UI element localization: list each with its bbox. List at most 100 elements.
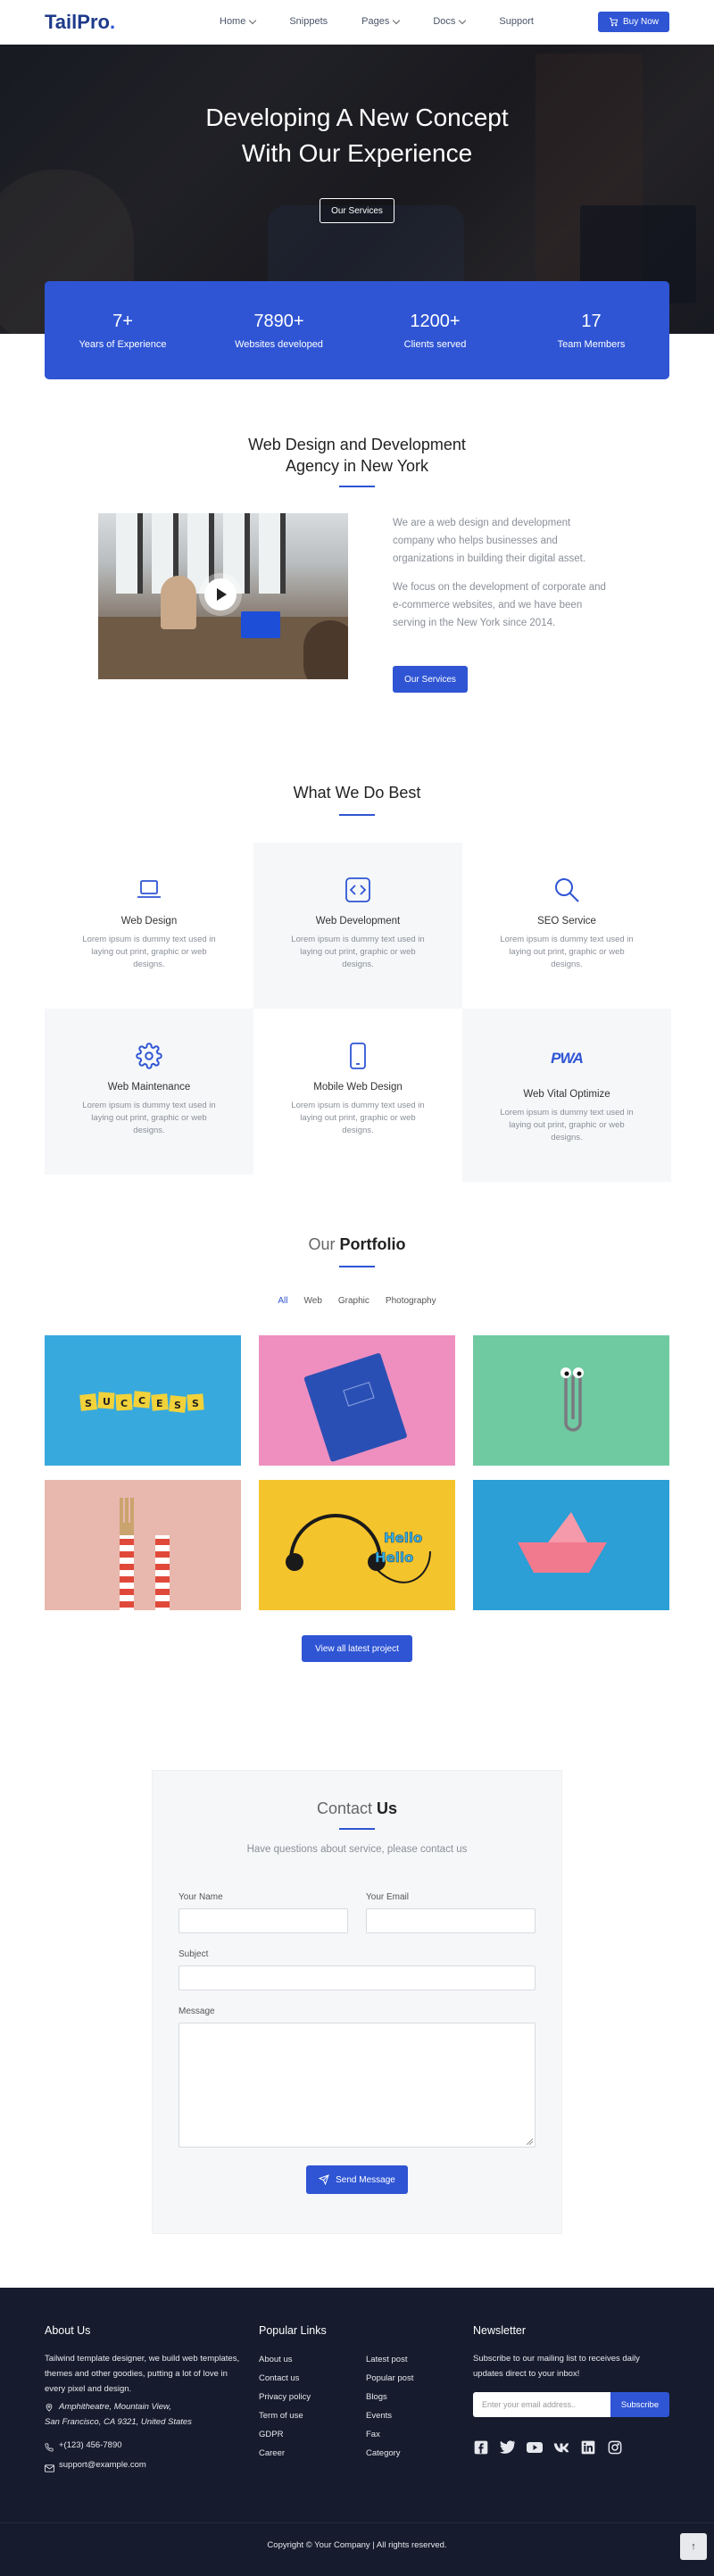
- portfolio-item-fork[interactable]: [45, 1480, 241, 1610]
- portfolio-filters: All Web Graphic Photography: [0, 1296, 714, 1306]
- footer-link[interactable]: Category: [366, 2448, 401, 2458]
- footer-link[interactable]: Events: [366, 2411, 392, 2421]
- stat-item: 1200+ Clients served: [403, 311, 467, 350]
- resize-handle-icon[interactable]: [527, 2139, 533, 2145]
- footer-link[interactable]: Latest post: [366, 2355, 407, 2364]
- stat-item: 17 Team Members: [557, 311, 626, 350]
- footer-link[interactable]: Career: [259, 2448, 285, 2458]
- contact-title: Contact Us: [316, 1799, 398, 1817]
- footer-link[interactable]: Fax: [366, 2430, 380, 2439]
- svg-text:Hello: Hello: [375, 1550, 413, 1566]
- top-navbar: TailPro. Home Snippets Pages Docs Suppor…: [0, 0, 714, 45]
- footer-about-text: Tailwind template designer, we build web…: [45, 2354, 240, 2394]
- footer-newsletter-text: Subscribe to our mailing list to receive…: [473, 2354, 640, 2379]
- blue-notebook-image: [259, 1335, 455, 1466]
- footer-link[interactable]: Privacy policy: [259, 2392, 311, 2402]
- footer-email[interactable]: support@example.com: [59, 2457, 146, 2472]
- agency-paragraph-2: We focus on the development of corporate…: [393, 582, 606, 628]
- portfolio-item-headphones[interactable]: Hello Hello: [259, 1480, 455, 1610]
- footer-link[interactable]: GDPR: [259, 2430, 283, 2439]
- copyright-text: Copyright © Your Company | All rights re…: [267, 2540, 447, 2550]
- footer-address-line2: San Francisco, CA 9321, United States: [45, 2417, 192, 2427]
- laptop-icon: [45, 878, 253, 902]
- linkedin-icon[interactable]: [580, 2439, 596, 2456]
- mail-icon: [45, 2461, 54, 2477]
- portfolio-item-paperclip[interactable]: [473, 1335, 669, 1466]
- logo[interactable]: TailPro.: [45, 11, 115, 34]
- social-links: [473, 2439, 623, 2456]
- footer-link[interactable]: About us: [259, 2355, 293, 2364]
- facebook-icon[interactable]: [473, 2439, 489, 2456]
- footer-link[interactable]: Popular post: [366, 2373, 413, 2383]
- footer-links-title: Popular Links: [259, 2324, 327, 2337]
- subject-input[interactable]: [178, 1965, 536, 1990]
- filter-all[interactable]: All: [278, 1296, 287, 1306]
- svg-text:C: C: [120, 1398, 128, 1409]
- chevron-down-icon: [459, 16, 467, 24]
- menu-item-docs[interactable]: Docs: [433, 16, 467, 27]
- filter-web[interactable]: Web: [304, 1296, 322, 1306]
- name-input[interactable]: [178, 1908, 348, 1933]
- stat-item: 7+ Years of Experience: [79, 311, 167, 350]
- search-icon: [462, 877, 671, 903]
- footer-about-title: About Us: [45, 2324, 91, 2337]
- newsletter-email-input[interactable]: Enter your email address..: [473, 2392, 610, 2417]
- menu-item-home[interactable]: Home: [220, 16, 257, 27]
- subscribe-button[interactable]: Subscribe: [610, 2392, 669, 2417]
- svg-text:Hello: Hello: [384, 1530, 422, 1546]
- play-icon[interactable]: [204, 578, 237, 611]
- arrow-up-icon: ↑: [691, 2541, 696, 2552]
- back-to-top-button[interactable]: ↑: [680, 2533, 707, 2560]
- footer-phone[interactable]: +(123) 456-7890: [59, 2438, 122, 2453]
- email-label: Your Email: [366, 1892, 409, 1902]
- title-underline: [339, 814, 375, 816]
- svg-text:S: S: [174, 1400, 181, 1411]
- buy-now-button[interactable]: Buy Now: [597, 12, 669, 32]
- portfolio-item-notebook[interactable]: [259, 1335, 455, 1466]
- footer: [0, 2288, 714, 2576]
- hero-title: Developing A New Concept With Our Experie…: [205, 104, 509, 167]
- youtube-icon[interactable]: [527, 2439, 543, 2456]
- service-card[interactable]: Web Design Lorem ipsum is dummy text use…: [45, 843, 253, 1009]
- instagram-icon[interactable]: [607, 2439, 623, 2456]
- hero-services-button[interactable]: Our Services: [320, 198, 394, 223]
- services-title: What We Do Best: [293, 784, 421, 802]
- vk-icon[interactable]: [553, 2439, 569, 2456]
- contact-subtitle: Have questions about service, please con…: [246, 1844, 468, 1855]
- footer-link[interactable]: Blogs: [366, 2392, 387, 2402]
- footer-link[interactable]: Contact us: [259, 2373, 299, 2383]
- filter-graphic[interactable]: Graphic: [338, 1296, 369, 1306]
- portfolio-item-success[interactable]: S U C C E S S: [45, 1335, 241, 1466]
- menu-item-pages[interactable]: Pages: [361, 16, 401, 27]
- send-message-button[interactable]: Send Message: [306, 2165, 408, 2194]
- menu-item-support[interactable]: Support: [499, 16, 534, 27]
- filter-photography[interactable]: Photography: [386, 1296, 436, 1306]
- fork-image: [45, 1480, 241, 1610]
- agency-paragraph-1: We are a web design and development comp…: [393, 518, 586, 564]
- service-card[interactable]: Mobile Web Design Lorem ipsum is dummy t…: [253, 1009, 462, 1175]
- title-underline: [339, 1266, 375, 1267]
- name-label: Your Name: [178, 1892, 223, 1902]
- service-card[interactable]: Web Development Lorem ipsum is dummy tex…: [253, 843, 462, 1009]
- menu-item-snippets[interactable]: Snippets: [289, 16, 328, 27]
- view-all-projects-button[interactable]: View all latest project: [302, 1635, 412, 1662]
- portfolio-item-paper-boat[interactable]: [473, 1480, 669, 1610]
- chevron-down-icon: [249, 16, 257, 24]
- paperclip-image: [473, 1335, 669, 1466]
- agency-services-button[interactable]: Our Services: [393, 666, 468, 693]
- message-textarea[interactable]: [178, 2023, 536, 2148]
- gear-icon: [45, 1043, 253, 1069]
- message-label: Message: [178, 2007, 215, 2016]
- footer-link[interactable]: Term of use: [259, 2411, 303, 2421]
- phone-icon: [45, 2440, 54, 2456]
- subject-label: Subject: [178, 1949, 209, 1959]
- stat-item: 7890+ Websites developed: [235, 311, 323, 350]
- service-card[interactable]: PWA Web Vital Optimize Lorem ipsum is du…: [462, 1009, 671, 1182]
- stats-bar: 7+ Years of Experience 7890+ Websites deve…: [45, 281, 669, 379]
- twitter-icon[interactable]: [500, 2439, 516, 2456]
- title-underline: [339, 1828, 375, 1830]
- service-card[interactable]: SEO Service Lorem ipsum is dummy text us…: [462, 843, 671, 1009]
- contact-form-card: [152, 1770, 562, 2234]
- service-card[interactable]: Web Maintenance Lorem ipsum is dummy tex…: [45, 1009, 253, 1175]
- email-input[interactable]: [366, 1908, 536, 1933]
